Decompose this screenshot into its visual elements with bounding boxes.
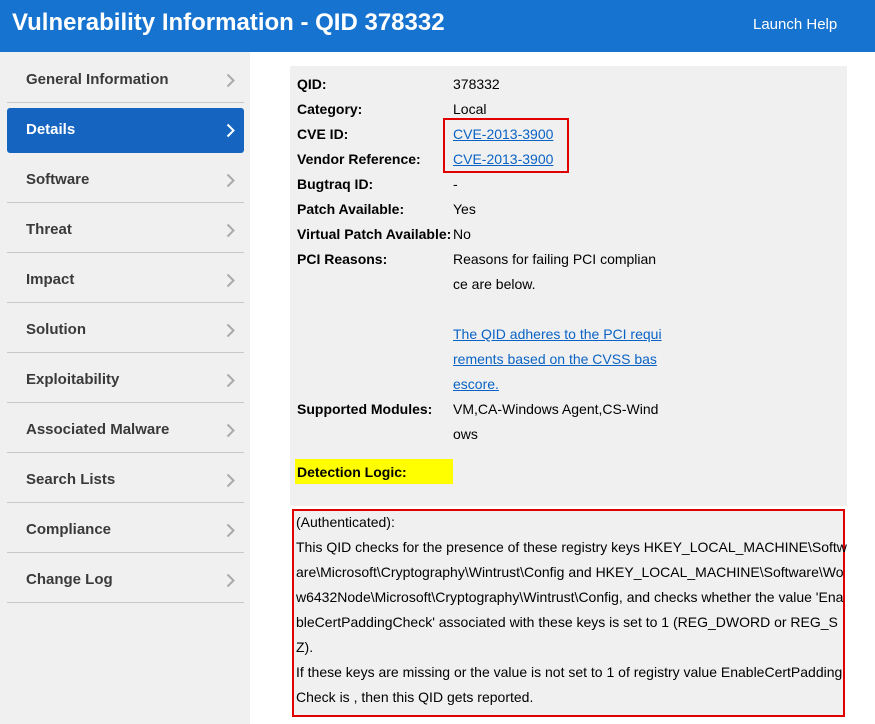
patch-available-value: Yes xyxy=(453,201,476,217)
patch-available-label: Patch Available: xyxy=(297,201,405,217)
qid-value: 378332 xyxy=(453,76,500,92)
pci-reasons-label: PCI Reasons: xyxy=(297,251,388,267)
category-value: Local xyxy=(453,101,487,117)
detection-logic-line: This QID checks for the presence of thes… xyxy=(296,539,847,555)
sidebar-item-label: Details xyxy=(26,121,76,138)
detection-logic-line: bleCertPaddingCheck' associated with the… xyxy=(296,614,838,630)
detection-logic-line: (Authenticated): xyxy=(296,514,395,530)
detection-logic-line: If these keys are missing or the value i… xyxy=(296,664,843,680)
sidebar-item-label: Exploitability xyxy=(26,371,120,388)
sidebar-item-label: Search Lists xyxy=(26,471,116,488)
chevron-right-icon xyxy=(226,523,235,538)
pci-cvss-link[interactable]: escore. xyxy=(453,376,499,392)
chevron-right-icon xyxy=(226,323,235,338)
supported-modules-value: VM,CA-Windows Agent,CS-Wind xyxy=(453,401,659,417)
pci-cvss-link[interactable]: rements based on the CVSS bas xyxy=(453,351,657,367)
sidebar-item-label: Compliance xyxy=(26,521,112,538)
sidebar-item-label: Change Log xyxy=(26,571,113,588)
sidebar-item-threat[interactable]: Threat xyxy=(7,208,244,253)
sidebar-item-solution[interactable]: Solution xyxy=(7,308,244,353)
chevron-right-icon xyxy=(226,273,235,288)
qid-label: QID: xyxy=(297,76,327,92)
sidebar-item-label: Solution xyxy=(26,321,86,338)
header-bar: Vulnerability Information - QID 378332 L… xyxy=(0,0,875,52)
sidebar-item-compliance[interactable]: Compliance xyxy=(7,508,244,553)
sidebar-item-label: Software xyxy=(26,171,90,188)
pci-reasons-text: Reasons for failing PCI complian xyxy=(453,251,657,267)
bugtraq-label: Bugtraq ID: xyxy=(297,176,374,192)
sidebar-item-software[interactable]: Software xyxy=(7,158,244,203)
supported-modules-label: Supported Modules: xyxy=(297,401,433,417)
pci-reasons-text: ce are below. xyxy=(453,276,536,292)
sidebar-item-details[interactable]: Details xyxy=(7,108,244,153)
chevron-right-icon xyxy=(226,373,235,388)
vendor-reference-label: Vendor Reference: xyxy=(297,151,421,167)
chevron-right-icon xyxy=(226,173,235,188)
sidebar-item-search-lists[interactable]: Search Lists xyxy=(7,458,244,503)
sidebar-item-label: General Information xyxy=(26,71,169,88)
sidebar: General Information Details Software Thr… xyxy=(0,52,250,724)
detection-logic-line: are\Microsoft\Cryptography\Wintrust\Conf… xyxy=(296,564,844,580)
chevron-right-icon xyxy=(226,123,235,138)
chevron-right-icon xyxy=(226,73,235,88)
virtual-patch-label: Virtual Patch Available: xyxy=(297,226,452,242)
detection-logic-line: Z). xyxy=(296,639,314,655)
sidebar-item-label: Associated Malware xyxy=(26,421,170,438)
supported-modules-value: ows xyxy=(453,426,478,442)
sidebar-item-change-log[interactable]: Change Log xyxy=(7,558,244,603)
page-title: Vulnerability Information - QID 378332 xyxy=(12,9,445,36)
chevron-right-icon xyxy=(226,423,235,438)
sidebar-item-general-information[interactable]: General Information xyxy=(7,58,244,103)
detection-logic-label: Detection Logic: xyxy=(297,464,407,480)
detection-logic-line: Check is , then this QID gets reported. xyxy=(296,689,534,705)
sidebar-item-associated-malware[interactable]: Associated Malware xyxy=(7,408,244,453)
sidebar-item-label: Threat xyxy=(26,221,72,238)
cve-highlight-box xyxy=(443,118,569,173)
chevron-right-icon xyxy=(226,223,235,238)
launch-help-link[interactable]: Launch Help xyxy=(753,16,837,33)
virtual-patch-value: No xyxy=(453,226,471,242)
sidebar-item-impact[interactable]: Impact xyxy=(7,258,244,303)
category-label: Category: xyxy=(297,101,363,117)
pci-cvss-link[interactable]: The QID adheres to the PCI requi xyxy=(453,326,662,342)
sidebar-item-exploitability[interactable]: Exploitability xyxy=(7,358,244,403)
detection-logic-line: w6432Node\Microsoft\Cryptography\Wintrus… xyxy=(296,589,844,605)
chevron-right-icon xyxy=(226,573,235,588)
chevron-right-icon xyxy=(226,473,235,488)
bugtraq-value: - xyxy=(453,176,458,192)
sidebar-item-label: Impact xyxy=(26,271,75,288)
cve-id-label: CVE ID: xyxy=(297,126,349,142)
